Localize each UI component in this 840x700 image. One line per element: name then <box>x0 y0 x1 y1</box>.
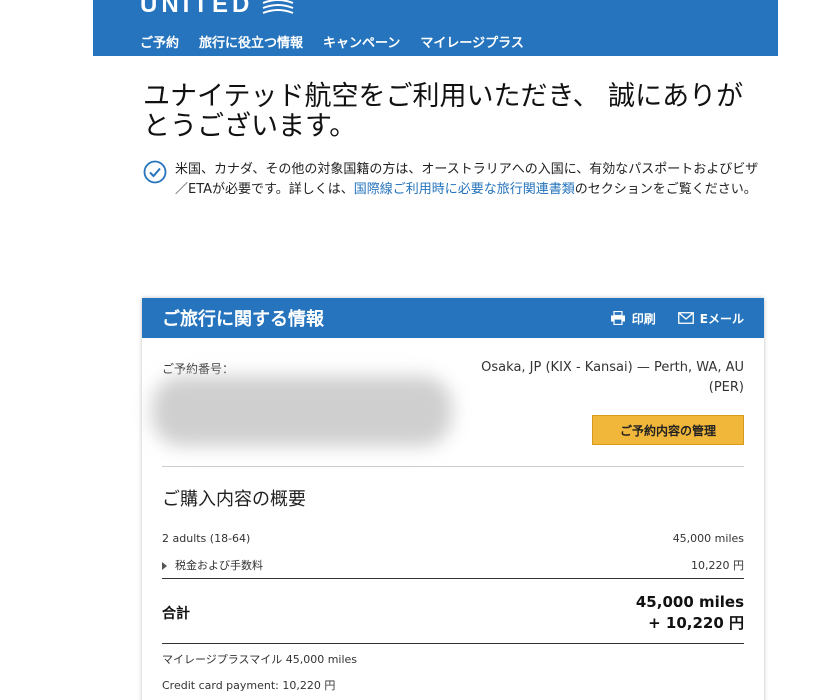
trip-info-card: ご旅行に関する情報 印刷 Eメール ご予約番号： Osaka, JP (KIX … <box>142 298 764 700</box>
total-label: 合計 <box>162 606 190 622</box>
nav-item-travel-info[interactable]: 旅行に役立つ情報 <box>199 32 303 51</box>
divider <box>162 643 744 644</box>
united-logo[interactable]: UNITED <box>140 0 295 18</box>
route-text: Osaka, JP (KIX - Kansai) — Perth, WA, AU… <box>481 360 744 395</box>
site-header: UNITED ご予約 旅行に役立つ情報 キャンペーン マイレージプラス <box>93 0 778 56</box>
card-title: ご旅行に関する情報 <box>162 309 324 330</box>
total-values: 45,000 miles + 10,220 円 <box>636 592 744 634</box>
passengers-label: 2 adults (18-64) <box>162 532 251 545</box>
taxes-row: 税金および手数料 10,220 円 <box>162 557 744 573</box>
nav-item-campaigns[interactable]: キャンペーン <box>323 32 400 51</box>
confirmation-number-redacted <box>152 376 452 446</box>
envelope-icon <box>677 312 694 324</box>
globe-icon <box>262 0 294 14</box>
taxes-value: 10,220 円 <box>691 559 744 572</box>
logo-text: UNITED <box>140 0 254 18</box>
passengers-row: 2 adults (18-64) 45,000 miles <box>162 532 744 545</box>
taxes-toggle[interactable]: 税金および手数料 <box>162 557 263 573</box>
purchase-summary-title: ご購入内容の概要 <box>162 489 306 510</box>
check-circle-icon <box>143 160 167 184</box>
nav-item-mileageplus[interactable]: マイレージプラス <box>420 32 523 51</box>
passengers-value: 45,000 miles <box>672 532 744 545</box>
email-label: Eメール <box>699 311 744 326</box>
card-header: ご旅行に関する情報 印刷 Eメール <box>142 298 764 338</box>
page-title: ユナイテッド航空をご利用いただき、 誠にありがとうございます。 <box>143 81 744 142</box>
passport-notice: 米国、カナダ、その他の対象国籍の方は、オーストラリアへの入国に、有効なパスポート… <box>143 160 763 200</box>
print-label: 印刷 <box>631 311 656 326</box>
email-button[interactable]: Eメール <box>677 310 744 327</box>
notice-text-after: のセクションをご覧ください。 <box>574 182 757 197</box>
caret-right-icon <box>162 562 167 570</box>
total-miles: 45,000 miles <box>635 593 744 611</box>
main-nav: ご予約 旅行に役立つ情報 キャンペーン マイレージプラス <box>140 32 544 51</box>
printer-icon <box>610 311 625 325</box>
nav-item-booking[interactable]: ご予約 <box>140 32 179 51</box>
divider <box>162 578 744 579</box>
travel-documents-link[interactable]: 国際線ご利用時に必要な旅行関連書類 <box>354 182 575 197</box>
card-payment: Credit card payment: 10,220 円 <box>162 679 336 692</box>
print-button[interactable]: 印刷 <box>610 310 656 327</box>
divider <box>162 466 744 467</box>
mileage-payment: マイレージプラスマイル 45,000 miles <box>162 653 358 666</box>
taxes-label: 税金および手数料 <box>175 559 263 572</box>
total-yen: + 10,220 円 <box>648 614 744 632</box>
confirmation-label: ご予約番号： <box>162 362 235 376</box>
notice-text: 米国、カナダ、その他の対象国籍の方は、オーストラリアへの入国に、有効なパスポート… <box>175 160 763 200</box>
manage-booking-button[interactable]: ご予約内容の管理 <box>592 415 744 445</box>
